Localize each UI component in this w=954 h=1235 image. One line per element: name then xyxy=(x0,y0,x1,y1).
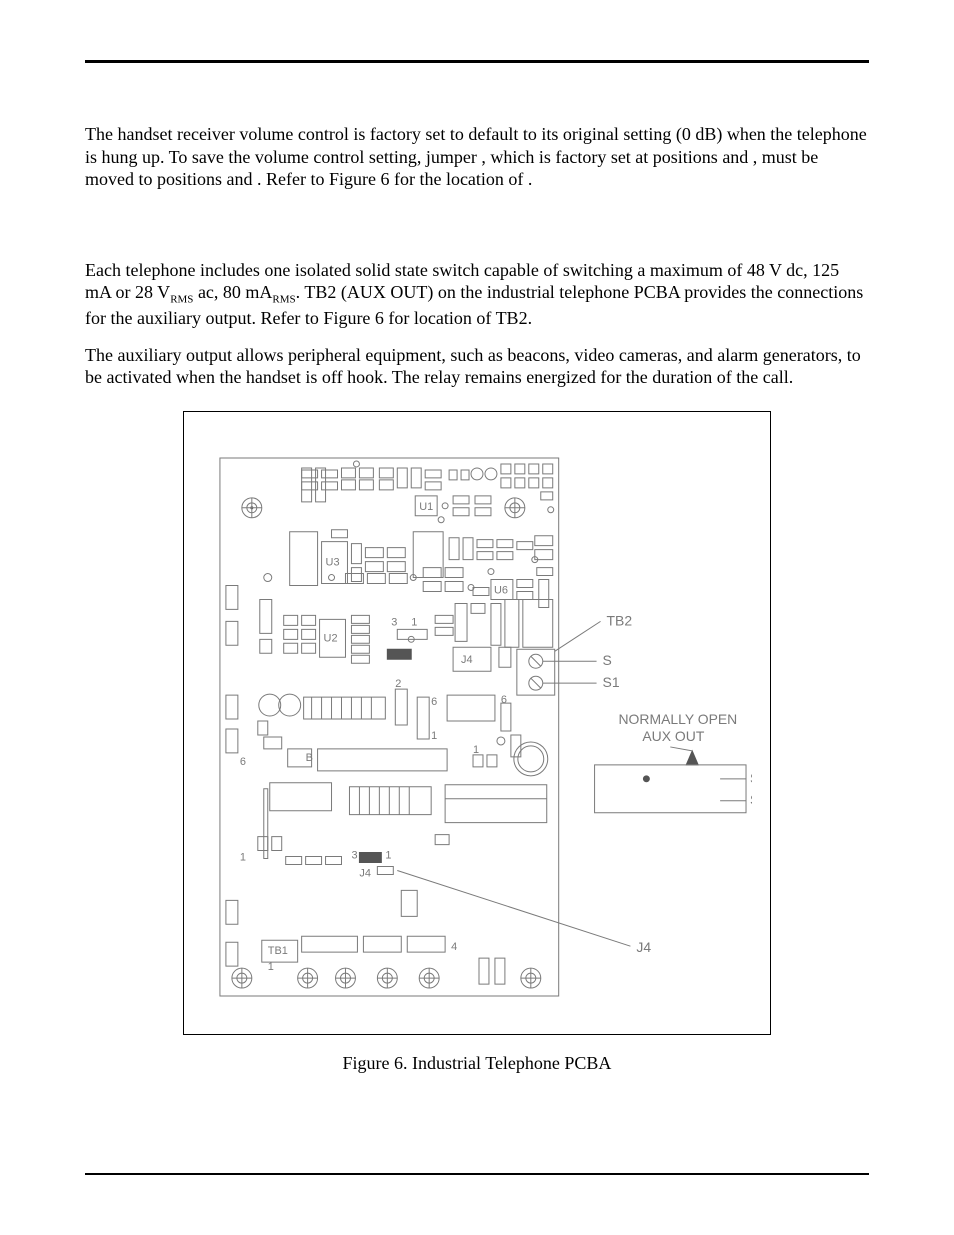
svg-text:AUX OUT: AUX OUT xyxy=(642,728,704,744)
top-rule xyxy=(85,60,869,63)
svg-text:3: 3 xyxy=(351,849,357,861)
svg-text:S: S xyxy=(750,770,752,786)
paragraph-3: The auxiliary output allows peripheral e… xyxy=(85,344,869,389)
svg-text:3: 3 xyxy=(391,616,397,628)
svg-text:S1: S1 xyxy=(750,792,752,808)
svg-text:U3: U3 xyxy=(326,556,340,568)
figure-caption: Figure 6. Industrial Telephone PCBA xyxy=(343,1053,612,1074)
svg-text:1: 1 xyxy=(385,849,391,861)
paragraph-1: The handset receiver volume control is f… xyxy=(85,123,869,191)
svg-text:NORMALLY OPEN: NORMALLY OPEN xyxy=(618,711,737,727)
bottom-rule xyxy=(85,1173,869,1175)
svg-text:J4: J4 xyxy=(461,654,473,666)
para2-mid1: ac, 80 mA xyxy=(193,282,272,302)
document-page: The handset receiver volume control is f… xyxy=(0,0,954,1235)
svg-text:6: 6 xyxy=(501,694,507,706)
svg-text:TB2: TB2 xyxy=(607,612,633,628)
svg-text:1: 1 xyxy=(411,616,417,628)
svg-text:S1: S1 xyxy=(603,674,620,690)
para2-sub1: RMS xyxy=(170,294,193,306)
svg-text:J4: J4 xyxy=(636,939,651,955)
paragraph-2: Each telephone includes one isolated sol… xyxy=(85,259,869,330)
spacer xyxy=(85,205,869,259)
svg-text:B: B xyxy=(306,752,313,764)
svg-text:6: 6 xyxy=(431,696,437,708)
figure: U1 U3 xyxy=(85,411,869,1074)
svg-text:1: 1 xyxy=(473,744,479,756)
svg-text:4: 4 xyxy=(451,941,457,953)
screws xyxy=(232,498,541,988)
svg-text:2: 2 xyxy=(395,678,401,690)
svg-text:1: 1 xyxy=(268,961,274,973)
svg-text:TB1: TB1 xyxy=(268,945,288,957)
svg-text:U2: U2 xyxy=(324,632,338,644)
pcb-diagram: U1 U3 xyxy=(202,440,752,1016)
svg-text:1: 1 xyxy=(431,730,437,742)
svg-text:U1: U1 xyxy=(419,501,433,513)
svg-text:6: 6 xyxy=(240,756,246,768)
svg-text:1: 1 xyxy=(240,851,246,863)
svg-text:J4: J4 xyxy=(359,867,371,879)
para2-sub2: RMS xyxy=(272,294,295,306)
figure-frame: U1 U3 xyxy=(183,411,771,1035)
svg-text:U6: U6 xyxy=(494,584,508,596)
svg-text:S: S xyxy=(603,652,612,668)
